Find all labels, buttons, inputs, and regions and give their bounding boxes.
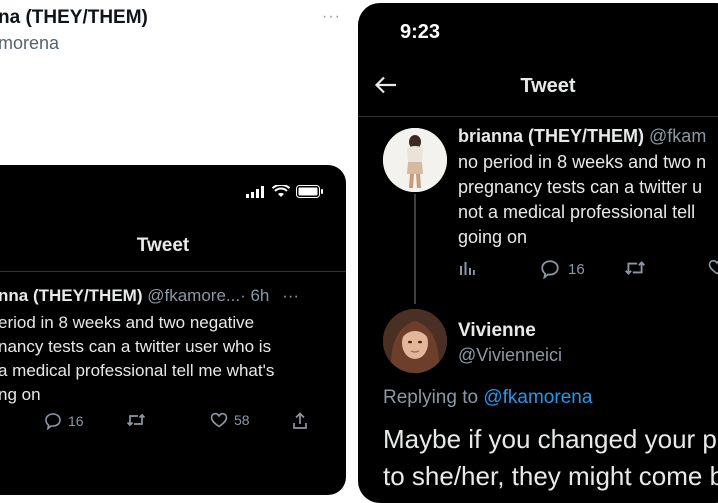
status-time: 9:23	[400, 21, 441, 43]
reply-text: Maybe if you changed your p to she/her, …	[383, 421, 718, 495]
retweet-icon	[126, 413, 146, 427]
tweet-text-line: not a medical professional tell	[458, 202, 696, 222]
page-title: Tweet	[136, 235, 190, 256]
tweet-text: no period in 8 weeks and two n pregnancy…	[458, 150, 718, 250]
reply-count: 16	[68, 413, 84, 429]
replying-to-link[interactable]: @fkamorena	[483, 387, 592, 408]
tweet-text: eriod in 8 weeks and two negative nancy …	[0, 311, 338, 407]
tweet-time: · 6h	[240, 286, 270, 305]
thread-line	[414, 194, 416, 304]
author-name: brianna (THEY/THEM)	[458, 126, 645, 146]
author-handle: @fkam	[649, 126, 707, 146]
analytics-icon	[460, 262, 475, 275]
avatar[interactable]	[383, 128, 447, 192]
share-button[interactable]	[292, 412, 308, 430]
more-icon[interactable]: ···	[282, 286, 299, 305]
background-author-name: na (THEY/THEM)	[0, 7, 148, 28]
reply-author-handle: @Vivienneici	[458, 345, 562, 365]
left-phone-screenshot: Tweet nna (THEY/THEM) @fkamore...· 6h ··…	[0, 165, 346, 495]
author-name: nna (THEY/THEM)	[0, 286, 143, 305]
tweet-text-line: nancy tests can a twitter user who is	[0, 337, 272, 356]
more-icon[interactable]: ···	[322, 8, 341, 26]
retweet-button[interactable]	[624, 259, 646, 277]
page-title: Tweet	[520, 75, 576, 97]
tweet-author[interactable]: nna (THEY/THEM) @fkamore...· 6h ···	[0, 286, 299, 306]
author-handle: @fkamore...	[147, 286, 241, 305]
reply-button[interactable]: 16	[540, 259, 585, 279]
like-count: 58	[234, 412, 250, 428]
divider	[0, 271, 346, 272]
like-button[interactable]: 58	[210, 412, 250, 428]
replying-to: Replying to @fkamorena	[383, 387, 592, 409]
signal-icon	[246, 185, 264, 198]
share-icon	[293, 412, 307, 429]
right-phone-screenshot: 9:23 Tweet brianna (THEY/THEM) @fkam no …	[358, 3, 718, 503]
divider	[358, 116, 718, 117]
reply-button[interactable]: 16	[44, 412, 84, 430]
analytics-button[interactable]	[458, 259, 476, 277]
tweet-text-line: no period in 8 weeks and two n	[458, 152, 707, 172]
like-button[interactable]	[708, 259, 718, 275]
avatar-image	[383, 309, 447, 373]
avatar-image	[383, 128, 447, 192]
reply-text-line: to she/her, they might come b	[383, 461, 718, 491]
status-bar-icons	[246, 185, 324, 198]
wifi-icon	[272, 185, 290, 197]
tweet-actions: 16	[458, 259, 718, 281]
reply-text-line: Maybe if you changed your p	[383, 424, 717, 454]
heart-icon	[210, 412, 228, 428]
tweet-actions: 16 58	[44, 412, 334, 434]
battery-icon	[296, 185, 323, 198]
replying-to-label: Replying to	[383, 387, 479, 408]
retweet-button[interactable]	[126, 412, 146, 428]
reply-author-name[interactable]: Vivienne	[458, 320, 536, 342]
heart-icon	[708, 259, 718, 275]
avatar[interactable]	[383, 309, 447, 373]
tweet-text-line: going on	[458, 227, 528, 247]
tweet-text-line: a medical professional tell me what's	[0, 361, 275, 380]
tweet-text-line: pregnancy tests can a twitter u	[458, 177, 703, 197]
retweet-icon	[624, 261, 646, 275]
tweet-text-line: eriod in 8 weeks and two negative	[0, 313, 255, 332]
reply-count: 16	[568, 260, 585, 278]
tweet-text-line: ng on	[0, 385, 41, 404]
reply-icon	[45, 413, 61, 430]
reply-icon	[541, 260, 559, 279]
tweet-author[interactable]: brianna (THEY/THEM) @fkam	[458, 126, 706, 147]
background-author-handle: morena	[0, 33, 60, 53]
